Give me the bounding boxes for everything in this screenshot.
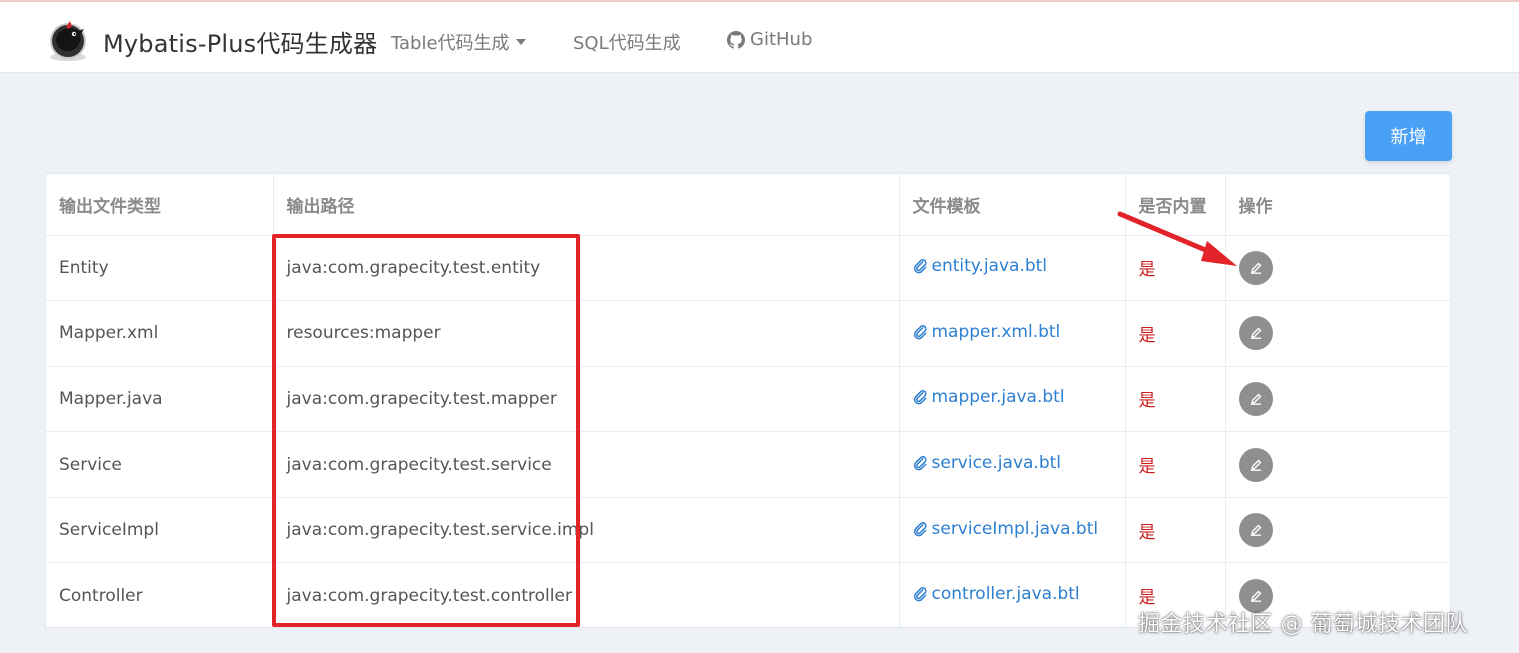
cell-actions (1225, 497, 1450, 564)
template-link[interactable]: serviceImpl.java.btl (913, 518, 1099, 539)
template-link-label: service.java.btl (931, 453, 1062, 474)
template-link[interactable]: mapper.xml.btl (913, 321, 1061, 342)
pencil-icon (1250, 524, 1261, 537)
cell-builtin: 是 (1125, 235, 1226, 302)
output-config-table: 输出文件类型 输出路径 文件模板 是否内置 操作 Entity java:com… (45, 173, 1451, 628)
cell-actions (1225, 300, 1450, 367)
cell-builtin: 是 (1125, 300, 1226, 367)
cell-output-path: java:com.grapecity.test.entity (273, 235, 900, 302)
nav-table-codegen-label: Table代码生成 (391, 33, 510, 54)
edit-button[interactable] (1238, 316, 1273, 351)
cell-file-type: Controller (46, 562, 274, 627)
table-header-row: 输出文件类型 输出路径 文件模板 是否内置 操作 (46, 174, 1450, 236)
app-title[interactable]: Mybatis-Plus代码生成器 (103, 24, 377, 59)
cell-actions (1225, 235, 1450, 302)
cell-actions (1225, 431, 1450, 498)
pencil-icon (1250, 459, 1261, 471)
cell-actions (1225, 366, 1450, 433)
pencil-icon (1250, 393, 1261, 405)
paperclip-icon (913, 259, 927, 274)
table-row: Service java:com.grapecity.test.service … (46, 431, 1450, 498)
pencil-icon (1250, 328, 1261, 340)
nav-github-label: GitHub (750, 29, 813, 50)
cell-file-type: Entity (46, 235, 274, 302)
cell-output-path: resources:mapper (273, 300, 900, 367)
cell-output-path: java:com.grapecity.test.service.impl (273, 497, 900, 564)
cell-template: mapper.xml.btl (899, 300, 1126, 367)
watermark: 掘金技术社区 @ 葡萄城技术团队 (1138, 612, 1468, 637)
table-row: Mapper.xml resources:mapper mapper.xml.b… (46, 300, 1450, 367)
template-link-label: mapper.java.btl (931, 387, 1065, 408)
table-row: Mapper.java java:com.grapecity.test.mapp… (46, 366, 1450, 433)
cell-template: service.java.btl (899, 431, 1126, 498)
edit-button[interactable] (1238, 513, 1273, 548)
paperclip-icon (913, 390, 927, 405)
edit-button[interactable] (1238, 381, 1273, 416)
template-link[interactable]: mapper.java.btl (913, 387, 1065, 407)
nav-sql-codegen[interactable]: SQL代码生成 (573, 29, 681, 55)
cell-builtin: 是 (1125, 431, 1226, 498)
header-file-template: 文件模板 (899, 174, 1126, 236)
pencil-icon (1250, 590, 1261, 602)
template-link-label: serviceImpl.java.btl (931, 518, 1099, 539)
mybatis-logo-icon[interactable] (44, 15, 92, 63)
cell-file-type: Service (46, 431, 274, 498)
cell-template: mapper.java.btl (899, 366, 1126, 433)
cell-builtin: 是 (1125, 497, 1226, 564)
template-link[interactable]: entity.java.btl (913, 256, 1048, 277)
caret-down-icon (515, 39, 526, 45)
template-link-label: entity.java.btl (931, 256, 1048, 277)
header-is-builtin: 是否内置 (1125, 174, 1226, 236)
paperclip-icon (913, 324, 927, 340)
github-icon (727, 30, 745, 49)
template-link-label: controller.java.btl (931, 584, 1080, 605)
cell-output-path: java:com.grapecity.test.controller (273, 562, 900, 627)
nav-table-codegen-dropdown[interactable]: Table代码生成 (391, 29, 526, 55)
navbar: Mybatis-Plus代码生成器 Table代码生成 SQL代码生成 GitH… (0, 2, 1519, 73)
cell-template: entity.java.btl (899, 235, 1126, 302)
cell-output-path: java:com.grapecity.test.service (273, 431, 900, 498)
header-output-file-type: 输出文件类型 (46, 174, 274, 236)
template-link[interactable]: controller.java.btl (913, 584, 1080, 604)
cell-file-type: ServiceImpl (46, 497, 274, 564)
cell-template: controller.java.btl (899, 562, 1126, 627)
table-row: ServiceImpl java:com.grapecity.test.serv… (46, 497, 1450, 564)
cell-file-type: Mapper.java (46, 366, 274, 433)
add-button[interactable]: 新增 (1365, 111, 1452, 161)
paperclip-icon (913, 587, 927, 602)
edit-button[interactable] (1238, 447, 1273, 482)
cell-output-path: java:com.grapecity.test.mapper (273, 366, 900, 433)
paperclip-icon (913, 521, 927, 537)
cell-builtin: 是 (1125, 366, 1226, 433)
nav-github[interactable]: GitHub (727, 29, 812, 50)
edit-button[interactable] (1238, 250, 1273, 285)
paperclip-icon (913, 456, 927, 471)
cell-template: serviceImpl.java.btl (899, 497, 1126, 564)
header-actions: 操作 (1225, 174, 1450, 236)
header-output-path: 输出路径 (273, 174, 900, 236)
template-link-label: mapper.xml.btl (931, 321, 1061, 342)
cell-file-type: Mapper.xml (46, 300, 274, 367)
pencil-icon (1250, 262, 1261, 274)
table-row: Entity java:com.grapecity.test.entity en… (46, 235, 1450, 302)
template-link[interactable]: service.java.btl (913, 453, 1062, 474)
